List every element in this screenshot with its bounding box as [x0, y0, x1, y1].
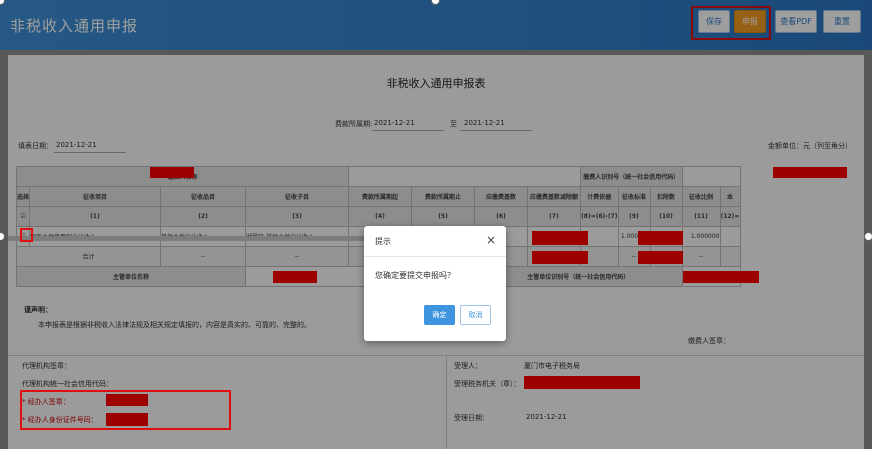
selection-handle[interactable]	[864, 232, 872, 241]
confirm-dialog: 提示 × 您确定要提交申报吗？ 确定 取消	[364, 226, 506, 341]
cancel-button[interactable]: 取消	[460, 305, 491, 325]
close-icon[interactable]: ×	[486, 233, 496, 247]
dialog-title: 提示	[375, 237, 391, 246]
confirm-button[interactable]: 确定	[424, 305, 455, 325]
dialog-message: 您确定要提交申报吗？	[375, 271, 455, 280]
modal-overlay	[0, 0, 872, 449]
